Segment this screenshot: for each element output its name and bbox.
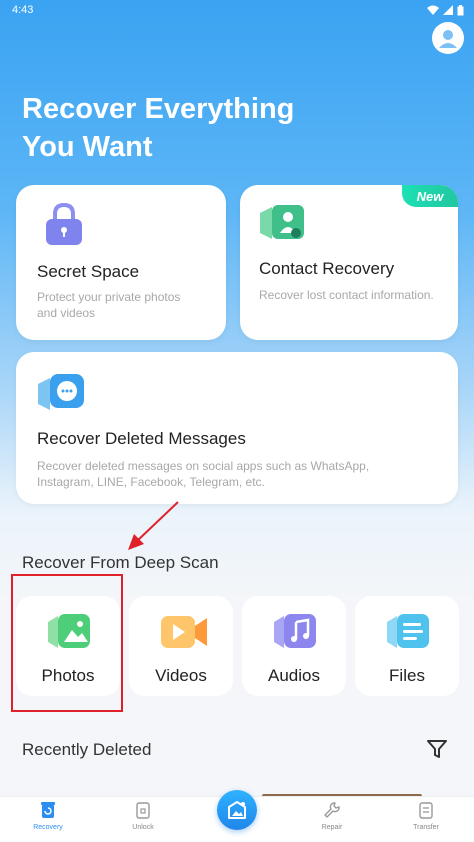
filter-icon[interactable] [426,738,448,760]
recovery-icon [41,802,55,818]
files-tile[interactable]: Files [355,596,459,696]
nav-transfer-label: Transfer [413,824,439,831]
secret-space-desc: Protect your private photos and videos [37,289,180,321]
videos-label: Videos [155,666,207,685]
profile-avatar-button[interactable] [432,22,464,54]
audios-tile[interactable]: Audios [242,596,346,696]
user-icon [439,30,457,48]
secret-space-title: Secret Space [37,262,140,281]
contact-icon [260,205,304,239]
nav-unlock[interactable]: Unlock [113,801,173,831]
contact-recovery-title: Contact Recovery [259,259,395,278]
nav-repair[interactable]: Repair [302,801,362,831]
audios-label: Audios [268,666,320,685]
deleted-messages-title: Recover Deleted Messages [37,429,246,448]
nav-repair-label: Repair [321,824,343,831]
nav-transfer[interactable]: Transfer [396,801,456,831]
scan-photo-icon [228,801,246,819]
transfer-icon [419,802,433,819]
secret-space-desc-line2: and videos [37,306,96,320]
status-time: 4:43 [12,4,34,16]
battery-icon [457,4,464,15]
nav-unlock-label: Unlock [132,824,154,831]
deleted-messages-card[interactable]: Recover Deleted Messages Recover deleted… [16,352,458,504]
annotation-arrow [128,501,179,550]
deleted-messages-desc-line1: Recover deleted messages on social apps … [37,459,370,473]
signal-icon [443,5,453,15]
video-icon [161,616,207,648]
wifi-icon [427,5,439,15]
message-icon [38,374,84,410]
deleted-messages-desc-line2: Instagram, LINE, Facebook, Telegram, etc… [37,475,265,489]
deleted-messages-desc: Recover deleted messages on social apps … [37,458,369,490]
nav-recovery[interactable]: Recovery [18,801,78,831]
status-icons [427,4,464,16]
nav-recovery-label: Recovery [33,824,63,831]
secret-space-desc-line1: Protect your private photos [37,290,181,304]
files-label: Files [389,666,425,685]
contact-recovery-card[interactable]: New Contact Recovery Recover lost contac… [240,185,458,340]
deep-scan-title: Recover From Deep Scan [22,553,219,572]
wrench-icon [324,802,340,818]
unlock-icon [136,802,150,819]
new-badge: New [402,185,458,207]
page-title-line1: Recover Everything [22,93,295,125]
page-title-line2: You Want [22,131,153,163]
lock-icon [46,202,82,245]
recently-deleted-title: Recently Deleted [22,740,152,759]
contact-recovery-desc: Recover lost contact information. [259,288,434,302]
music-icon [274,614,316,648]
secret-space-card[interactable]: Secret Space Protect your private photos… [16,185,226,340]
status-bar: 4:43 [0,0,474,20]
file-icon [387,614,429,648]
videos-tile[interactable]: Videos [129,596,233,696]
scan-fab-button[interactable] [217,790,257,830]
annotation-highlight-box [11,574,123,712]
page-title: Recover Everything You Want [22,90,322,166]
